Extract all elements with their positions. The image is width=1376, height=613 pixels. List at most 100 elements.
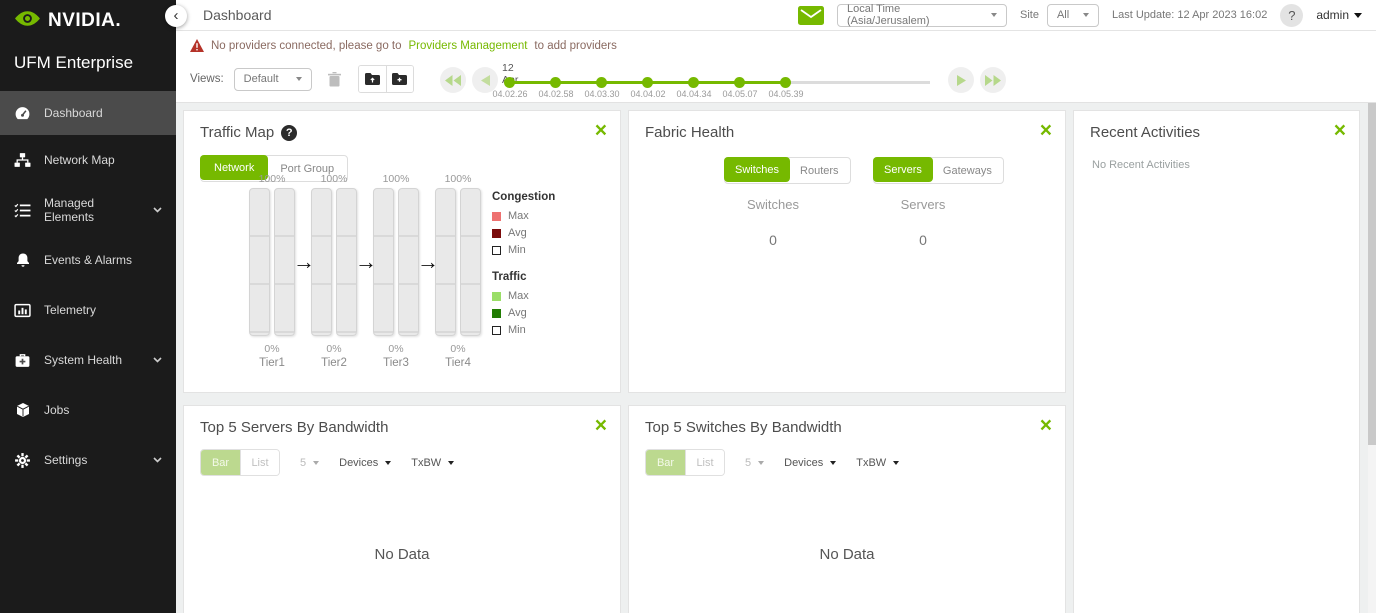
stat-label: Servers	[863, 197, 983, 212]
legend-label: Max	[508, 290, 529, 302]
panel-title: Top 5 Servers By Bandwidth	[200, 419, 388, 436]
empty-state-text: No Data	[184, 546, 620, 563]
panel-title: Fabric Health	[645, 124, 734, 141]
fabric-health-title: Fabric Health	[645, 124, 734, 141]
traffic-map-legend: Congestion Max Avg Min Traffic Max Avg M…	[492, 191, 555, 341]
close-icon[interactable]: ×	[1334, 120, 1346, 141]
sidebar-item-system-health[interactable]: System Health	[0, 335, 176, 385]
timeline-dot[interactable]	[596, 77, 607, 88]
timeline-dot[interactable]	[504, 77, 515, 88]
count-select[interactable]: 5	[745, 457, 764, 469]
panel-fabric-health: Fabric Health × Switches Routers Servers…	[628, 110, 1066, 393]
close-icon[interactable]: ×	[1040, 120, 1052, 141]
recent-activities-title: Recent Activities	[1090, 124, 1200, 141]
toggle-gateways[interactable]: Gateways	[932, 158, 1003, 183]
tier-bar[interactable]	[249, 188, 270, 336]
sidebar-item-label: System Health	[44, 353, 122, 367]
tier-name: Tier3	[368, 357, 424, 369]
panel-title: Top 5 Switches By Bandwidth	[645, 419, 842, 436]
close-icon[interactable]: ×	[1040, 415, 1052, 436]
legend-item: Avg	[492, 307, 555, 319]
bar-view-button[interactable]: Bar	[201, 450, 240, 475]
sidebar-item-network-map[interactable]: Network Map	[0, 135, 176, 185]
help-icon[interactable]: ?	[281, 125, 297, 141]
sitemap-icon	[14, 152, 31, 169]
add-view-button[interactable]	[386, 66, 413, 92]
tier-bar[interactable]	[435, 188, 456, 336]
view-select[interactable]: Default	[234, 68, 312, 91]
site-label: Site	[1020, 9, 1039, 21]
tier-min-label: 0%	[306, 343, 362, 355]
list-view-button[interactable]: List	[685, 450, 724, 475]
user-menu[interactable]: admin	[1316, 8, 1362, 22]
scrollbar[interactable]	[1368, 103, 1376, 613]
devices-select[interactable]: Devices	[784, 457, 836, 469]
timeline-dot[interactable]	[550, 77, 561, 88]
sidebar-item-managed-elements[interactable]: Managed Elements	[0, 185, 176, 235]
metric-select[interactable]: TxBW	[411, 457, 454, 469]
timeline-tick-label: 04.05.39	[758, 89, 814, 99]
help-icon[interactable]: ?	[1280, 4, 1303, 27]
sidebar-collapse-button[interactable]: ‹	[165, 5, 187, 27]
save-view-button[interactable]	[359, 66, 386, 92]
timeline-dot[interactable]	[688, 77, 699, 88]
count-select[interactable]: 5	[300, 457, 319, 469]
bar-view-button[interactable]: Bar	[646, 450, 685, 475]
tier-bar[interactable]	[373, 188, 394, 336]
alert-banner: No providers connected, please go to Pro…	[190, 39, 617, 52]
tier-bar[interactable]	[460, 188, 481, 336]
sidebar-item-jobs[interactable]: Jobs	[0, 385, 176, 435]
chevron-down-icon	[758, 461, 764, 465]
timeline-dot[interactable]	[642, 77, 653, 88]
sidebar-item-events-alarms[interactable]: Events & Alarms	[0, 235, 176, 285]
checklist-icon	[14, 202, 31, 219]
page-title: Dashboard	[203, 7, 272, 23]
timeline-step-forward-button[interactable]	[948, 67, 974, 93]
scrollbar-thumb[interactable]	[1368, 103, 1376, 445]
legend-item: Min	[492, 244, 555, 256]
tier-name: Tier4	[430, 357, 486, 369]
mail-icon[interactable]	[798, 6, 824, 25]
count-value: 5	[745, 457, 751, 469]
close-icon[interactable]: ×	[595, 415, 607, 436]
bar-list-toggle: Bar List	[200, 449, 280, 476]
bar-chart-icon	[14, 302, 31, 319]
chevron-down-icon	[830, 461, 836, 465]
tier-bar[interactable]	[311, 188, 332, 336]
site-select[interactable]: All	[1047, 4, 1099, 27]
bell-icon	[14, 252, 31, 269]
timeline-forward-fast-button[interactable]	[980, 67, 1006, 93]
timezone-select[interactable]: Local Time (Asia/Jerusalem)	[837, 4, 1007, 27]
subheader: No providers connected, please go to Pro…	[176, 31, 1376, 103]
toggle-routers[interactable]: Routers	[789, 158, 850, 183]
close-icon[interactable]: ×	[595, 120, 607, 141]
timeline-dot[interactable]	[734, 77, 745, 88]
timeline-dot[interactable]	[780, 77, 791, 88]
sidebar-item-label: Settings	[44, 453, 87, 467]
delete-view-button[interactable]	[322, 66, 348, 92]
tier-min-label: 0%	[368, 343, 424, 355]
sidebar-item-settings[interactable]: Settings	[0, 435, 176, 485]
sidebar-nav: Dashboard Network Map Managed Elements E…	[0, 91, 176, 485]
devices-select[interactable]: Devices	[339, 457, 391, 469]
sidebar-item-dashboard[interactable]: Dashboard	[0, 91, 176, 135]
topbar-right: Local Time (Asia/Jerusalem) Site All Las…	[798, 4, 1376, 27]
timeline-rewind-fast-button[interactable]	[440, 67, 466, 93]
alert-message-suffix: to add providers	[534, 40, 616, 52]
tier-name: Tier1	[244, 357, 300, 369]
toggle-servers[interactable]: Servers	[873, 157, 933, 182]
view-actions-group	[358, 65, 414, 93]
toggle-switches[interactable]: Switches	[724, 157, 790, 182]
metric-value: TxBW	[856, 457, 886, 469]
providers-management-link[interactable]: Providers Management	[409, 40, 528, 52]
top-servers-toolbar: Bar List 5 Devices TxBW	[200, 449, 454, 476]
site-value: All	[1057, 9, 1069, 21]
list-view-button[interactable]: List	[240, 450, 279, 475]
metric-select[interactable]: TxBW	[856, 457, 899, 469]
sidebar-item-telemetry[interactable]: Telemetry	[0, 285, 176, 335]
product-name: UFM Enterprise	[0, 33, 176, 89]
chevron-down-icon	[385, 461, 391, 465]
views-label: Views:	[190, 73, 224, 85]
chevron-down-icon	[448, 461, 454, 465]
top-switches-title: Top 5 Switches By Bandwidth	[645, 419, 842, 436]
